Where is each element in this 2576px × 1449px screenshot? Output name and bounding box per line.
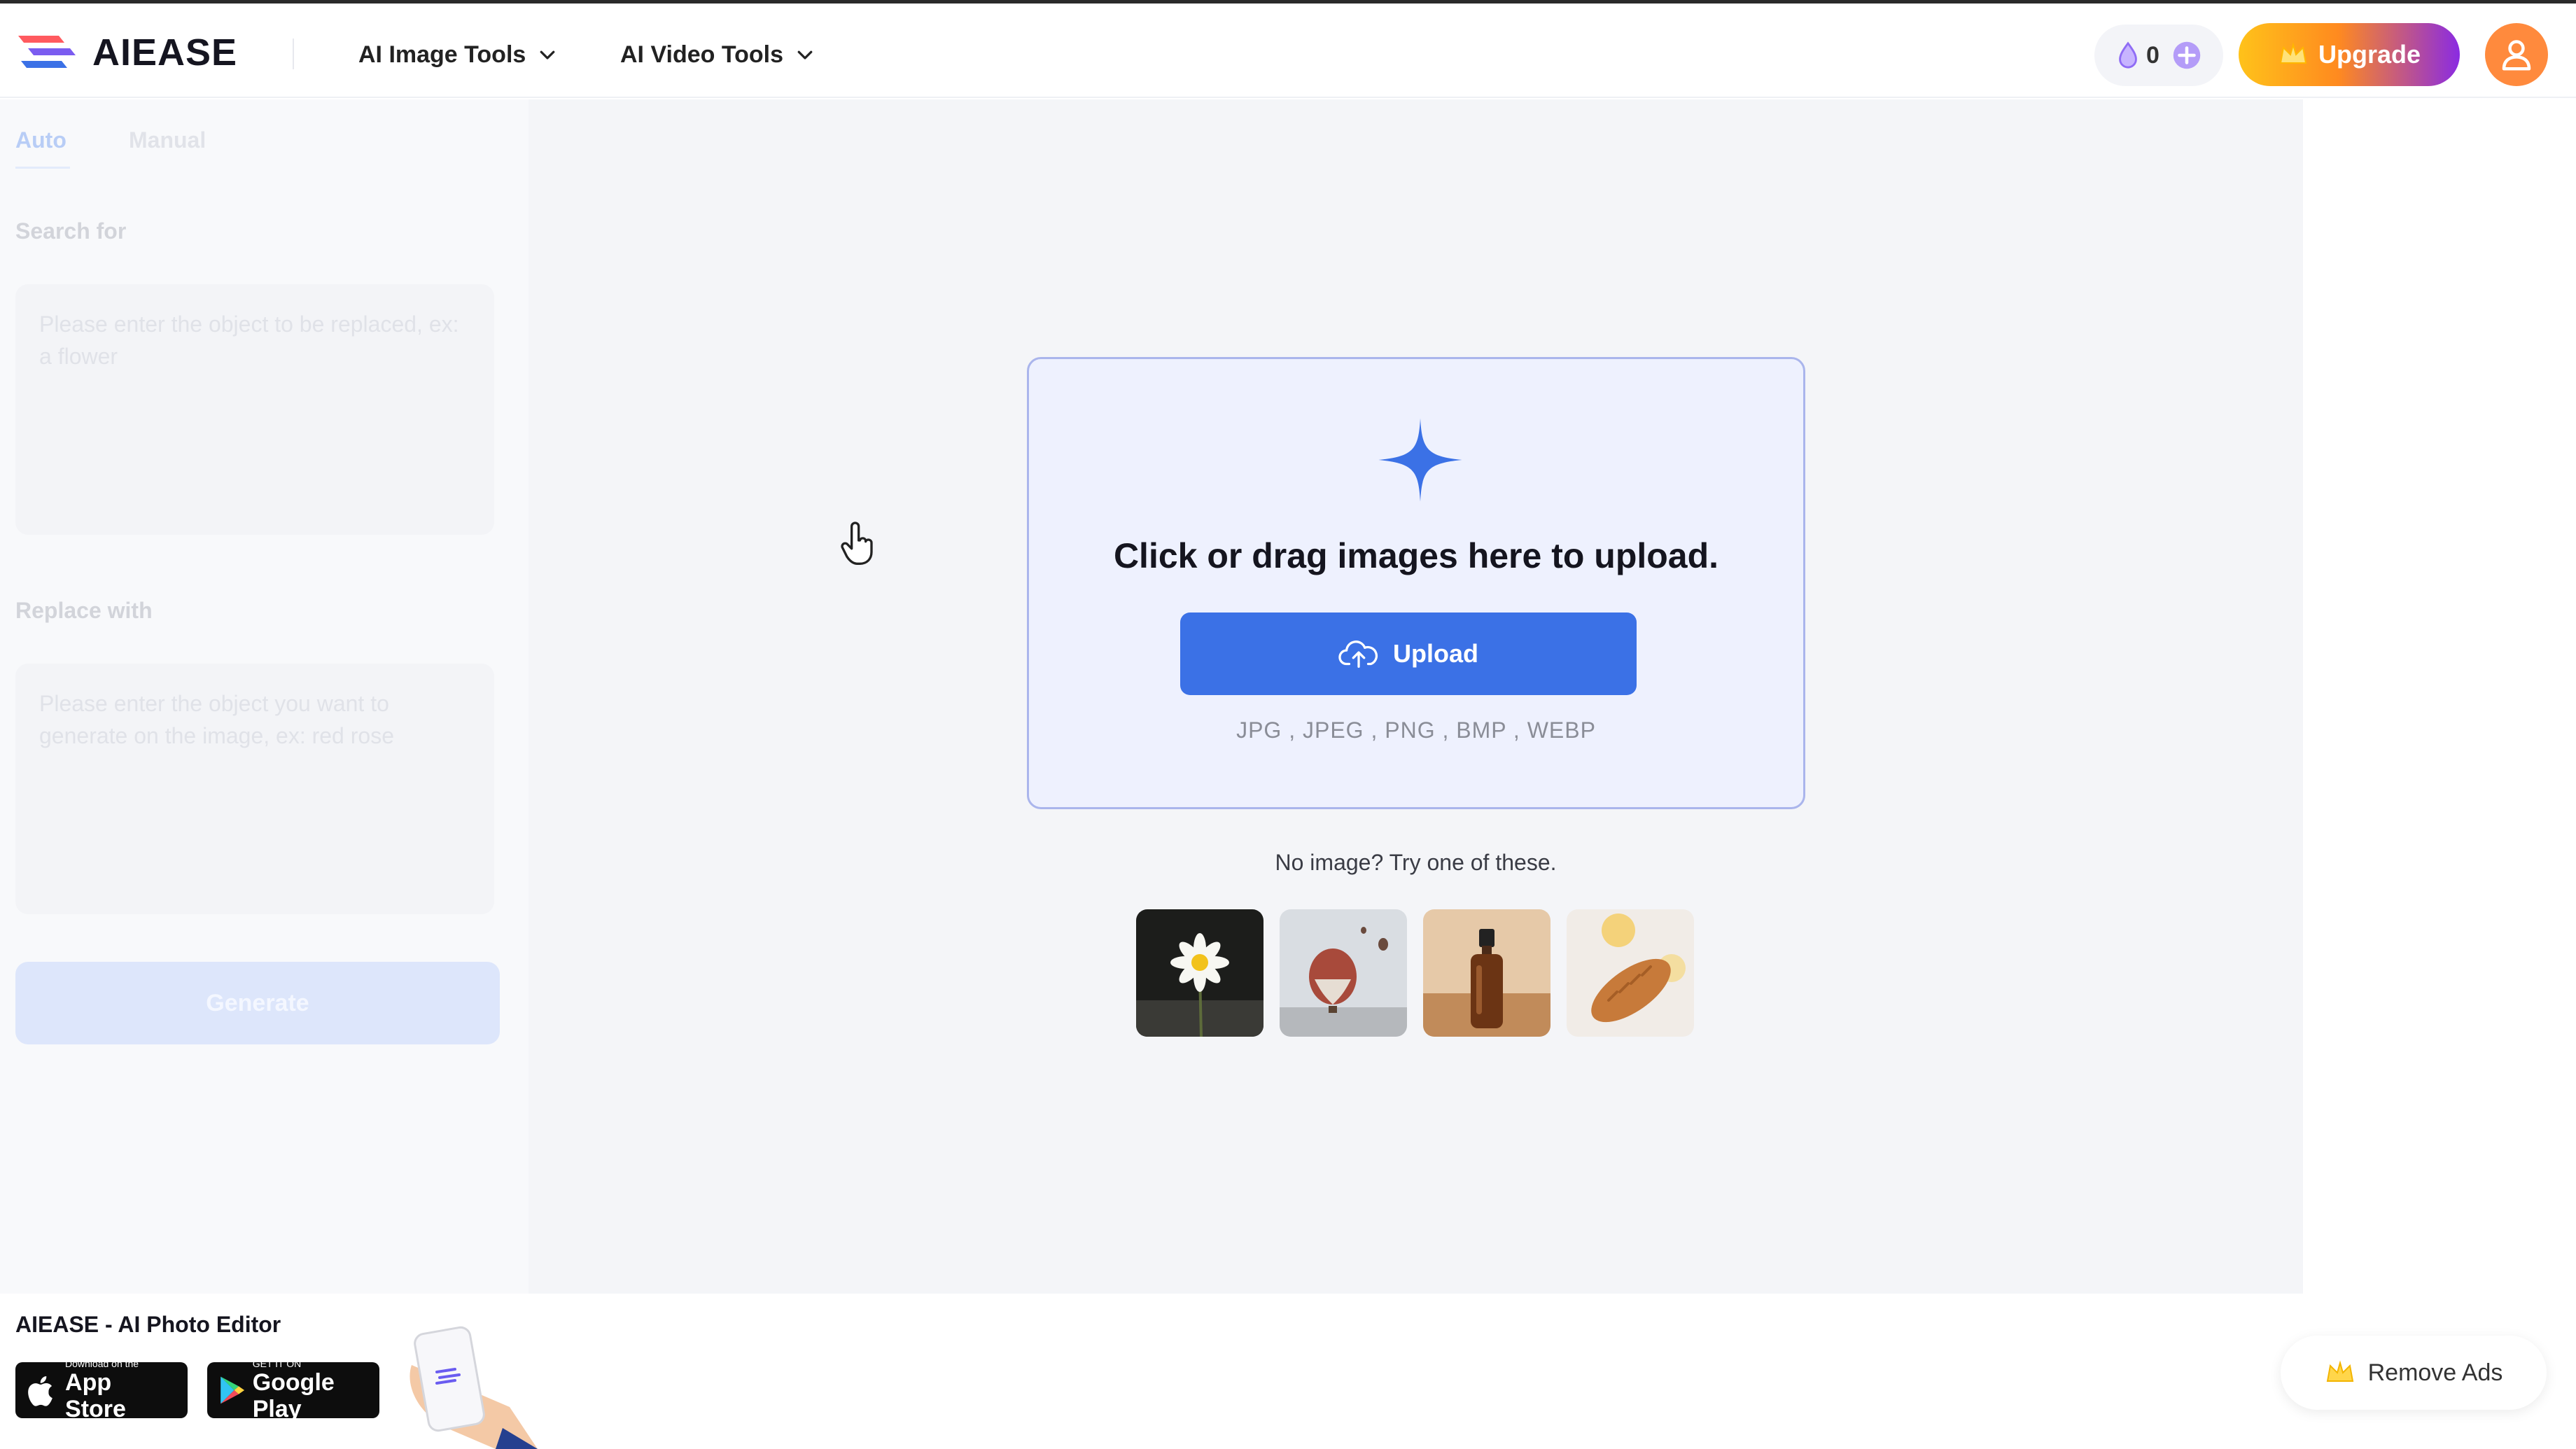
bottle-image (1423, 909, 1550, 1037)
top-header: AIEASE AI Image Tools AI Video Tools 0 U… (0, 4, 2576, 98)
credit-drop-icon (2119, 41, 2137, 69)
app-promo-title: AIEASE - AI Photo Editor (15, 1312, 281, 1337)
credits-counter[interactable]: 0 (2094, 24, 2223, 86)
upload-title: Click or drag images here to upload. (1113, 536, 1719, 575)
sparkle-plus-icon (1378, 418, 1462, 502)
daisy-image (1136, 909, 1264, 1037)
remove-ads-button[interactable]: Remove Ads (2281, 1336, 2547, 1410)
apple-icon (28, 1376, 52, 1406)
aiease-logo-icon (18, 36, 76, 68)
remove-ads-label: Remove Ads (2367, 1359, 2503, 1386)
google-play-big-text: Google Play (252, 1369, 335, 1422)
supported-formats: JPG , JPEG , PNG , BMP , WEBP (1236, 718, 1596, 743)
google-play-button[interactable]: GET IT ON Google Play (207, 1358, 379, 1422)
logo[interactable]: AIEASE (15, 24, 237, 80)
nav-label: AI Image Tools (358, 41, 526, 68)
tab-auto[interactable]: Auto (15, 127, 70, 169)
crown-icon (2279, 42, 2307, 64)
app-store-big-text: App Store (65, 1369, 126, 1422)
footer-bar: AIEASE - AI Photo Editor Download on the… (0, 1294, 2576, 1449)
user-avatar[interactable] (2485, 23, 2548, 86)
upgrade-button[interactable]: Upgrade (2239, 23, 2460, 86)
chevron-down-icon (540, 50, 555, 59)
tab-manual[interactable]: Manual (129, 127, 206, 153)
logo-text: AIEASE (92, 31, 238, 74)
hand-cursor-icon (841, 522, 873, 565)
upload-button[interactable]: Upload (1180, 612, 1637, 695)
upgrade-label: Upgrade (2318, 40, 2421, 69)
sample-image-daisy[interactable] (1136, 909, 1264, 1037)
header-divider (293, 38, 294, 69)
sample-image-bread[interactable] (1567, 909, 1694, 1037)
phone-in-hand-illustration (410, 1326, 538, 1449)
nav-ai-video-tools[interactable]: AI Video Tools (620, 37, 816, 72)
replace-with-input[interactable] (15, 664, 494, 914)
generate-button[interactable]: Generate (15, 962, 500, 1044)
nav-label: AI Video Tools (620, 41, 783, 68)
upload-dropzone[interactable]: Click or drag images here to upload. Upl… (1027, 357, 1805, 809)
balloon-image (1280, 909, 1407, 1037)
search-for-label: Search for (15, 218, 127, 244)
google-play-icon (220, 1376, 245, 1404)
left-sidebar: Auto Manual Search for Replace with Gene… (0, 99, 528, 1294)
sample-image-balloon[interactable] (1280, 909, 1407, 1037)
sample-image-bottle[interactable] (1423, 909, 1550, 1037)
upload-label: Upload (1393, 639, 1478, 668)
bread-image (1567, 909, 1694, 1037)
chevron-down-icon (797, 50, 813, 59)
google-play-small-text: GET IT ON (252, 1358, 302, 1369)
credits-count: 0 (2146, 41, 2160, 69)
main-workspace: Click or drag images here to upload. Upl… (528, 99, 2303, 1294)
right-panel (2303, 99, 2576, 1294)
app-store-small-text: Download on the (65, 1358, 139, 1369)
crown-icon (2326, 1360, 2353, 1382)
user-icon (2502, 40, 2531, 71)
replace-with-label: Replace with (15, 598, 153, 623)
cloud-upload-icon (1338, 640, 1378, 668)
app-store-button[interactable]: Download on the App Store (15, 1358, 188, 1422)
search-for-input[interactable] (15, 284, 494, 535)
nav-ai-image-tools[interactable]: AI Image Tools (358, 37, 558, 72)
try-sample-text: No image? Try one of these. (1275, 850, 1557, 875)
add-credits-icon[interactable] (2172, 41, 2202, 70)
